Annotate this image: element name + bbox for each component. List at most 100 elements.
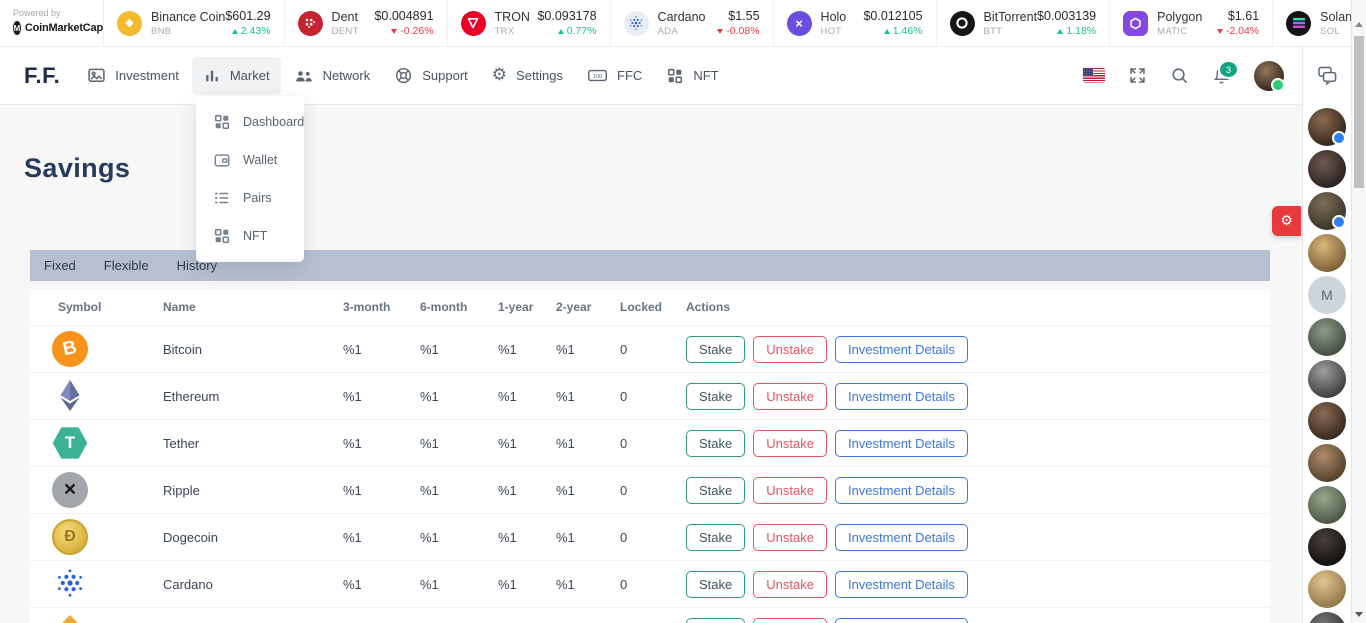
menu-item-dashboard[interactable]: Dashboard xyxy=(196,103,304,141)
ticker-item-holo[interactable]: ×HoloHOT$0.0121051.46% xyxy=(773,0,936,46)
contact-avatar[interactable] xyxy=(1308,360,1346,398)
tab-fixed[interactable]: Fixed xyxy=(30,250,90,281)
coin-symbol: BTT xyxy=(984,26,1038,37)
nav-item-support[interactable]: Support xyxy=(383,56,479,95)
unstake-button[interactable]: Unstake xyxy=(753,618,827,623)
table-row-bitcoin: BBitcoin%1%1%1%10StakeUnstakeInvestment … xyxy=(30,326,1270,373)
ticker-item-solana[interactable]: SolanaSOL xyxy=(1272,0,1351,46)
rate-2-year: %1 xyxy=(556,483,620,498)
unstake-button[interactable]: Unstake xyxy=(753,336,827,363)
contact-avatar[interactable] xyxy=(1308,612,1346,623)
contact-avatar[interactable] xyxy=(1308,528,1346,566)
unstake-button[interactable]: Unstake xyxy=(753,383,827,410)
coin-change: 1.18% xyxy=(1037,25,1096,37)
menu-item-pairs[interactable]: Pairs xyxy=(196,179,304,217)
coinmarketcap-branding[interactable]: Powered by M CoinMarketCap xyxy=(0,0,104,46)
symbol-cell: B xyxy=(52,331,163,367)
stake-button[interactable]: Stake xyxy=(686,477,745,504)
locked-amount: 0 xyxy=(620,342,686,357)
column-header-1-year: 1-year xyxy=(498,300,556,314)
contact-avatar[interactable] xyxy=(1308,108,1346,146)
ticker-item-tron[interactable]: TRONTRX$0.0931780.77% xyxy=(447,0,610,46)
contact-avatar[interactable]: M xyxy=(1308,276,1346,314)
nav-item-label: Investment xyxy=(115,68,179,83)
nav-item-nft[interactable]: NFT xyxy=(655,57,729,95)
stake-button[interactable]: Stake xyxy=(686,430,745,457)
symbol-cell: × xyxy=(52,472,163,508)
nav-item-ffc[interactable]: 100FFC xyxy=(576,56,653,95)
support-icon xyxy=(394,66,413,85)
menu-item-nft[interactable]: NFT xyxy=(196,217,304,255)
investment-details-button[interactable]: Investment Details xyxy=(835,524,968,551)
fullscreen-icon[interactable] xyxy=(1128,66,1147,85)
notification-count-badge: 3 xyxy=(1218,60,1239,79)
user-avatar[interactable] xyxy=(1254,61,1284,91)
stake-button[interactable]: Stake xyxy=(686,336,745,363)
bnb-coin-icon: ◆ xyxy=(117,11,142,36)
investment-details-button[interactable]: Investment Details xyxy=(835,336,968,363)
locked-amount: 0 xyxy=(620,436,686,451)
notifications-bell-icon[interactable]: 3 xyxy=(1212,66,1231,85)
investment-details-button[interactable]: Investment Details xyxy=(835,477,968,504)
unstake-button[interactable]: Unstake xyxy=(753,430,827,457)
coin-name: Ripple xyxy=(163,483,343,498)
unstake-button[interactable]: Unstake xyxy=(753,571,827,598)
contact-avatar[interactable] xyxy=(1308,318,1346,356)
contact-avatar[interactable] xyxy=(1308,234,1346,272)
app-logo[interactable]: F.F. xyxy=(24,63,60,89)
stake-button[interactable]: Stake xyxy=(686,571,745,598)
nav-item-investment[interactable]: Investment xyxy=(76,56,190,95)
nav-item-network[interactable]: Network xyxy=(283,56,382,96)
stake-button[interactable]: Stake xyxy=(686,524,745,551)
table-row-ripple: ×Ripple%1%1%1%10StakeUnstakeInvestment D… xyxy=(30,467,1270,514)
coin-price: $1.61 xyxy=(1217,9,1259,23)
unstake-button[interactable]: Unstake xyxy=(753,524,827,551)
stake-button[interactable]: Stake xyxy=(686,618,745,623)
investment-details-button[interactable]: Investment Details xyxy=(835,571,968,598)
nav-item-settings[interactable]: ⚙Settings xyxy=(481,57,574,94)
nav-item-market[interactable]: Market xyxy=(192,57,281,95)
rate-2-year: %1 xyxy=(556,530,620,545)
actions-cell: Stake Unstake Investment Details xyxy=(686,524,1270,551)
coinmarketcap-brand: M CoinMarketCap xyxy=(13,21,103,35)
coin-change-value: -2.04% xyxy=(1226,25,1259,37)
coinmarketcap-logo-icon: M xyxy=(13,21,21,35)
contact-avatar[interactable] xyxy=(1308,150,1346,188)
ticker-item-polygon[interactable]: PolygonMATIC$1.61-2.04% xyxy=(1109,0,1272,46)
investment-details-button[interactable]: Investment Details xyxy=(835,618,968,623)
coin-change-value: 0.77% xyxy=(567,25,597,37)
menu-item-wallet[interactable]: Wallet xyxy=(196,141,304,179)
coin-change-value: 1.18% xyxy=(1066,25,1096,37)
cardano-icon xyxy=(52,589,88,604)
ticker-item-bittorrent[interactable]: BitTorrentBTT$0.0031391.18% xyxy=(936,0,1110,46)
investment-details-button[interactable]: Investment Details xyxy=(835,430,968,457)
contact-avatar[interactable] xyxy=(1308,192,1346,230)
scrollbar-thumb[interactable] xyxy=(1354,36,1364,188)
investment-details-button[interactable]: Investment Details xyxy=(835,383,968,410)
scroll-down-arrow-icon[interactable] xyxy=(1355,612,1363,617)
rate-3-month: %1 xyxy=(343,342,420,357)
contact-avatar[interactable] xyxy=(1308,402,1346,440)
contact-avatar[interactable] xyxy=(1308,444,1346,482)
ticker-item-dent[interactable]: DentDENT$0.004891-0.26% xyxy=(284,0,447,46)
coin-name: Ethereum xyxy=(163,389,343,404)
window-scrollbar[interactable] xyxy=(1351,0,1366,623)
customizer-gear-button[interactable]: ⚙ xyxy=(1272,206,1301,236)
ticker-item-cardano[interactable]: CardanoADA$1.55-0.08% xyxy=(610,0,773,46)
tab-flexible[interactable]: Flexible xyxy=(90,250,163,281)
scroll-up-arrow-icon[interactable] xyxy=(1355,22,1363,27)
coin-symbol: ADA xyxy=(658,26,706,37)
contact-avatar[interactable] xyxy=(1308,570,1346,608)
unstake-button[interactable]: Unstake xyxy=(753,477,827,504)
search-icon[interactable] xyxy=(1170,66,1189,85)
rate-2-year: %1 xyxy=(556,577,620,592)
rate-3-month: %1 xyxy=(343,577,420,592)
stake-button[interactable]: Stake xyxy=(686,383,745,410)
chat-icon[interactable] xyxy=(1315,64,1339,88)
nft-icon xyxy=(213,227,231,245)
ticker-item-binance-coin[interactable]: ◆Binance CoinBNB$601.292.43% xyxy=(104,0,284,46)
table-row-tether: TTether%1%1%1%10StakeUnstakeInvestment D… xyxy=(30,420,1270,467)
contact-avatar[interactable] xyxy=(1308,486,1346,524)
actions-cell: Stake Unstake Investment Details xyxy=(686,618,1270,623)
language-flag-us-icon[interactable] xyxy=(1083,68,1105,83)
